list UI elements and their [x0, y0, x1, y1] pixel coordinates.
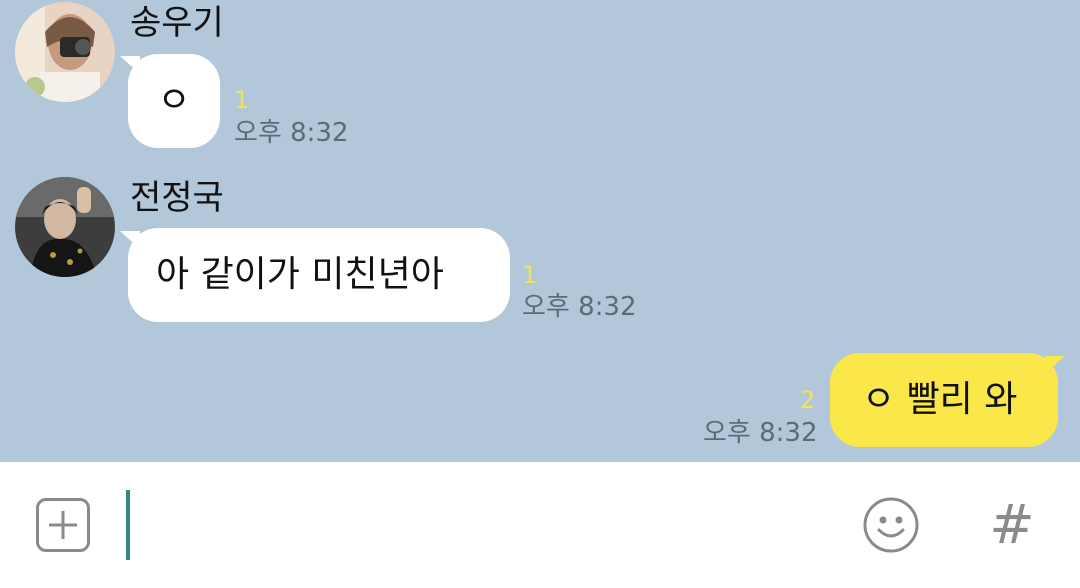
smiley-icon[interactable]	[862, 496, 920, 554]
message-time: 오후 8:32	[234, 118, 349, 148]
hashtag-button[interactable]: #	[984, 494, 1040, 556]
message-text: ㅇ	[157, 80, 191, 121]
text-cursor	[126, 490, 130, 560]
unread-count: 1	[234, 86, 250, 114]
message-input[interactable]	[140, 490, 844, 562]
message-text: ㅇ 빨리 와	[862, 379, 1018, 420]
sender-name: 전정국	[130, 178, 224, 218]
chat-area[interactable]: 송우기 ㅇ 1 오후 8:32 전정국 아 같이가 미친년아 1 오후 8:32…	[0, 0, 1080, 462]
my-message-bubble[interactable]: ㅇ 빨리 와	[830, 353, 1058, 447]
input-bar: #	[0, 462, 1080, 588]
unread-count: 2	[800, 386, 816, 414]
bubble-tail	[1045, 356, 1065, 374]
avatar[interactable]	[15, 177, 115, 277]
plus-square-icon[interactable]	[36, 498, 90, 552]
avatar[interactable]	[15, 2, 115, 102]
message-bubble[interactable]: ㅇ	[128, 54, 220, 148]
message-bubble[interactable]: 아 같이가 미친년아	[128, 228, 510, 322]
message-text: 아 같이가 미친년아	[156, 254, 444, 295]
unread-count: 1	[522, 261, 538, 289]
message-time: 오후 8:32	[703, 418, 818, 448]
sender-name: 송우기	[130, 3, 224, 43]
message-time: 오후 8:32	[522, 292, 637, 322]
